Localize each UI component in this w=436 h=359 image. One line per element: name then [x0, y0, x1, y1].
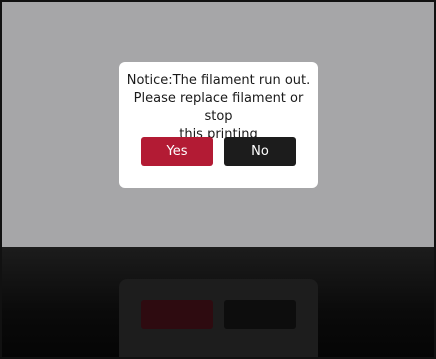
reflected-yes-button [141, 300, 213, 329]
printer-screen: Notice:The filament run out. Please repl… [0, 0, 436, 359]
dialog-message: Notice:The filament run out. Please repl… [119, 72, 318, 144]
yes-button[interactable]: Yes [141, 137, 213, 166]
filament-runout-dialog: Notice:The filament run out. Please repl… [119, 62, 318, 188]
reflection-area [2, 247, 434, 357]
reflected-no-button [224, 300, 296, 329]
message-line-2: Please replace filament or stop [133, 91, 304, 124]
message-line-1: Notice:The filament run out. [126, 73, 311, 88]
no-button[interactable]: No [224, 137, 296, 166]
